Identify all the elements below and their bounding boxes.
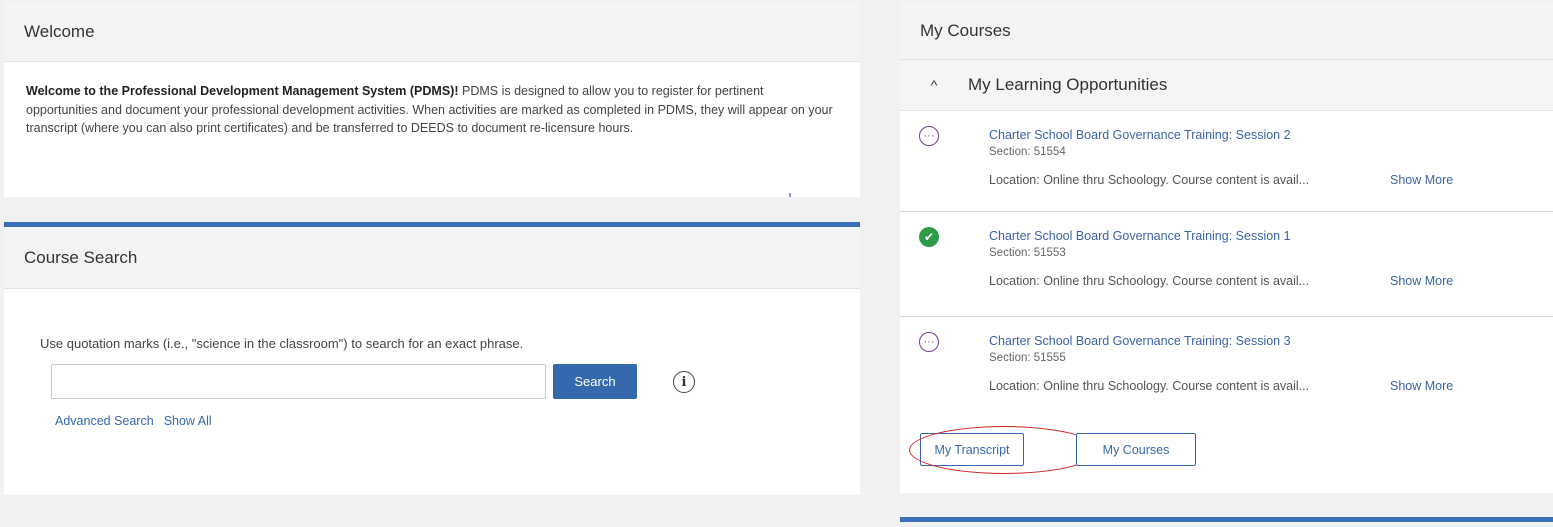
course-title-link[interactable]: Charter School Board Governance Training… <box>989 229 1291 243</box>
divider-tick <box>789 193 791 197</box>
course-location: Location: Online thru Schoology. Course … <box>989 379 1310 393</box>
search-links: Advanced Search Show All <box>55 414 222 428</box>
course-section: Section: 51554 <box>989 146 1066 158</box>
course-title-link[interactable]: Charter School Board Governance Training… <box>989 128 1291 142</box>
course-item: ··· Charter School Board Governance Trai… <box>900 112 1553 212</box>
course-section: Section: 51553 <box>989 247 1066 259</box>
course-search-panel: Course Search Use quotation marks (i.e.,… <box>4 227 860 495</box>
welcome-text: Welcome to the Professional Development … <box>4 62 860 138</box>
my-transcript-button[interactable]: My Transcript <box>909 426 1099 474</box>
my-courses-button[interactable]: My Courses <box>1076 433 1196 466</box>
next-panel-accent <box>900 517 1553 522</box>
show-more-link[interactable]: Show More <box>1390 173 1453 187</box>
chevron-up-icon[interactable]: ^ <box>900 77 968 93</box>
course-search-input[interactable] <box>51 364 546 399</box>
advanced-search-link[interactable]: Advanced Search <box>55 414 154 428</box>
learning-opportunities-title: My Learning Opportunities <box>968 75 1168 94</box>
learning-opportunities-header[interactable]: ^ My Learning Opportunities <box>900 60 1553 111</box>
course-location: Location: Online thru Schoology. Course … <box>989 173 1310 187</box>
course-item: ··· Charter School Board Governance Trai… <box>900 318 1553 414</box>
course-title-link[interactable]: Charter School Board Governance Training… <box>989 334 1291 348</box>
completed-check-icon: ✔ <box>919 227 939 247</box>
show-more-link[interactable]: Show More <box>1390 379 1453 393</box>
my-courses-header: My Courses <box>900 2 1553 60</box>
search-button[interactable]: Search <box>553 364 637 399</box>
show-all-link[interactable]: Show All <box>164 414 212 428</box>
welcome-intro-bold: Welcome to the Professional Development … <box>26 84 459 98</box>
course-item: ✔ Charter School Board Governance Traini… <box>900 213 1553 317</box>
show-more-link[interactable]: Show More <box>1390 274 1453 288</box>
search-hint: Use quotation marks (i.e., "science in t… <box>40 336 524 351</box>
course-section: Section: 51555 <box>989 352 1066 364</box>
welcome-panel: Welcome Welcome to the Professional Deve… <box>4 2 860 197</box>
my-transcript-label: My Transcript <box>934 442 1010 457</box>
info-icon[interactable]: i <box>673 371 695 393</box>
welcome-header: Welcome <box>4 2 860 62</box>
pending-status-icon: ··· <box>919 126 939 146</box>
course-location: Location: Online thru Schoology. Course … <box>989 274 1310 288</box>
my-courses-panel: My Courses ^ My Learning Opportunities ·… <box>900 2 1553 493</box>
pending-status-icon: ··· <box>919 332 939 352</box>
course-search-header: Course Search <box>4 227 860 289</box>
